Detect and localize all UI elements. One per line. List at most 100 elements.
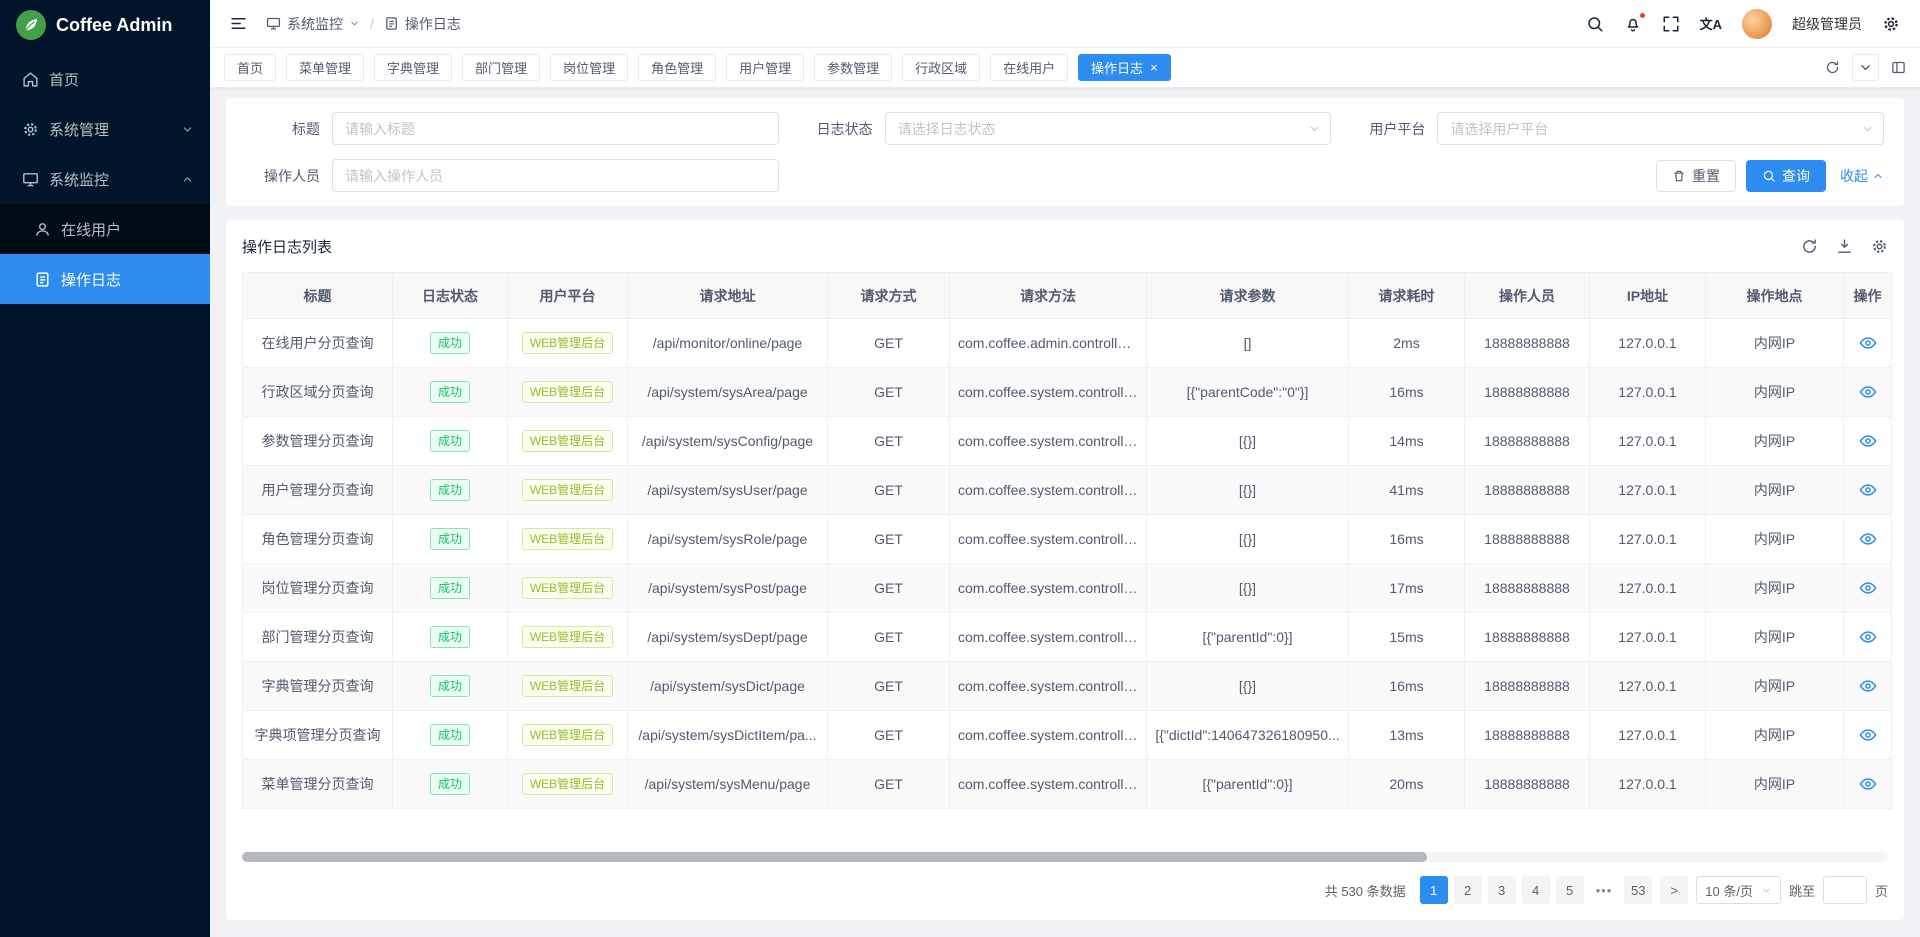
cell-location: 内网IP (1706, 417, 1844, 466)
card-tools (1801, 238, 1888, 255)
tab[interactable]: 岗位管理 (550, 54, 628, 81)
cell-title: 字典项管理分页查询 (243, 711, 393, 760)
tab[interactable]: 用户管理 (726, 54, 804, 81)
settings-gear-icon[interactable] (1882, 15, 1900, 33)
page-button[interactable]: 4 (1522, 876, 1550, 904)
view-detail-icon[interactable] (1859, 677, 1877, 695)
tab[interactable]: 字典管理 (374, 54, 452, 81)
collapse-filter-link[interactable]: 收起 (1840, 166, 1884, 186)
breadcrumb-item-system-monitor[interactable]: 系统监控 (266, 14, 360, 34)
operation-log-card: 操作日志列表 标 (226, 220, 1904, 920)
cell-request-url: /api/system/sysDict/page (628, 662, 828, 711)
sidebar-item-system-monitor[interactable]: 系统监控 (0, 154, 210, 204)
cell-title: 角色管理分页查询 (243, 515, 393, 564)
view-detail-icon[interactable] (1859, 579, 1877, 597)
cell-ip-address: 127.0.0.1 (1590, 319, 1706, 368)
title-input[interactable] (332, 112, 779, 145)
operator-input[interactable] (332, 159, 779, 192)
cell-location: 内网IP (1706, 711, 1844, 760)
cell-title: 参数管理分页查询 (243, 417, 393, 466)
username[interactable]: 超级管理员 (1792, 14, 1862, 34)
sidebar-item-online-users[interactable]: 在线用户 (0, 204, 210, 254)
tab[interactable]: 参数管理 (814, 54, 892, 81)
cell-user-platform: WEB管理后台 (508, 711, 628, 760)
horizontal-scrollbar-thumb[interactable] (242, 852, 1427, 862)
page-button[interactable]: 2 (1454, 876, 1482, 904)
cell-request-url: /api/system/sysMenu/page (628, 760, 828, 809)
cell-user-platform: WEB管理后台 (508, 368, 628, 417)
page-size-select[interactable]: 10 条/页 (1696, 876, 1781, 904)
view-detail-icon[interactable] (1859, 726, 1877, 744)
cell-ip-address: 127.0.0.1 (1590, 515, 1706, 564)
search-icon[interactable] (1586, 15, 1604, 33)
page-button[interactable]: ••• (1590, 876, 1619, 904)
tab[interactable]: 首页 (224, 54, 276, 81)
view-detail-icon[interactable] (1859, 775, 1877, 793)
cell-request-params: [{"parentCode":"0"}] (1147, 368, 1349, 417)
cell-request-params: [{}] (1147, 564, 1349, 613)
column-settings-icon[interactable] (1871, 238, 1888, 255)
table-row: 用户管理分页查询 成功 WEB管理后台 /api/system/sysUser/… (243, 466, 1892, 515)
sidebar-item-home[interactable]: 首页 (0, 54, 210, 104)
card-header: 操作日志列表 (242, 220, 1888, 272)
next-page-button[interactable]: > (1660, 876, 1688, 904)
cell-request-time: 2ms (1349, 319, 1465, 368)
page-button[interactable]: 1 (1420, 876, 1448, 904)
reset-button[interactable]: 重置 (1656, 160, 1736, 192)
fullscreen-icon[interactable] (1662, 15, 1680, 33)
sidebar-item-operation-log[interactable]: 操作日志 (0, 254, 210, 304)
view-detail-icon[interactable] (1859, 481, 1877, 499)
export-icon[interactable] (1836, 238, 1853, 255)
user-platform-select[interactable]: 请选择用户平台 (1437, 112, 1884, 145)
tab-label: 部门管理 (475, 58, 527, 77)
view-detail-icon[interactable] (1859, 628, 1877, 646)
tab-close-icon[interactable]: × (1150, 61, 1158, 74)
collapse-sidebar-icon[interactable] (222, 8, 254, 40)
sidebar-item-system-management[interactable]: 系统管理 (0, 104, 210, 154)
cell-request-method: GET (828, 368, 950, 417)
avatar[interactable] (1742, 9, 1772, 39)
cell-user-platform: WEB管理后台 (508, 564, 628, 613)
log-status-select[interactable]: 请选择日志状态 (885, 112, 1332, 145)
cell-ip-address: 127.0.0.1 (1590, 613, 1706, 662)
app-root: Coffee Admin 首页 系统管理 系统监控 在线用户 (0, 0, 1920, 937)
page-button[interactable]: 53 (1624, 876, 1652, 904)
tab[interactable]: 在线用户 (990, 54, 1068, 81)
card-title: 操作日志列表 (242, 236, 332, 257)
status-badge: 成功 (430, 528, 470, 550)
translate-icon[interactable]: 文A (1700, 14, 1722, 33)
jump-page-input[interactable] (1823, 876, 1867, 904)
document-icon (384, 16, 399, 31)
refresh-table-icon[interactable] (1801, 238, 1818, 255)
cell-request-params: [{}] (1147, 466, 1349, 515)
tab[interactable]: 角色管理 (638, 54, 716, 81)
page-button[interactable]: 3 (1488, 876, 1516, 904)
view-detail-icon[interactable] (1859, 530, 1877, 548)
page-button[interactable]: 5 (1556, 876, 1584, 904)
refresh-tabs-icon[interactable] (1825, 60, 1840, 75)
view-detail-icon[interactable] (1859, 383, 1877, 401)
tab[interactable]: 行政区域 (902, 54, 980, 81)
cell-log-status: 成功 (393, 760, 508, 809)
view-detail-icon[interactable] (1859, 334, 1877, 352)
cell-user-platform: WEB管理后台 (508, 319, 628, 368)
cell-user-platform: WEB管理后台 (508, 417, 628, 466)
cell-log-status: 成功 (393, 319, 508, 368)
sidebar-item-label: 系统管理 (49, 119, 171, 140)
cell-location: 内网IP (1706, 368, 1844, 417)
status-badge: 成功 (430, 675, 470, 697)
cell-log-status: 成功 (393, 564, 508, 613)
view-detail-icon[interactable] (1859, 432, 1877, 450)
tab-options-chevron[interactable] (1852, 54, 1879, 81)
tab[interactable]: 操作日志 × (1078, 54, 1171, 81)
tab[interactable]: 部门管理 (462, 54, 540, 81)
cell-request-url: /api/system/sysRole/page (628, 515, 828, 564)
tab[interactable]: 菜单管理 (286, 54, 364, 81)
layout-settings-icon[interactable] (1891, 60, 1906, 75)
query-button[interactable]: 查询 (1746, 160, 1826, 192)
breadcrumb-item-operation-log: 操作日志 (384, 14, 461, 34)
notification-bell-icon[interactable] (1624, 15, 1642, 33)
log-status-label: 日志状态 (779, 119, 885, 139)
tab-actions (1825, 54, 1906, 81)
cell-log-status: 成功 (393, 613, 508, 662)
